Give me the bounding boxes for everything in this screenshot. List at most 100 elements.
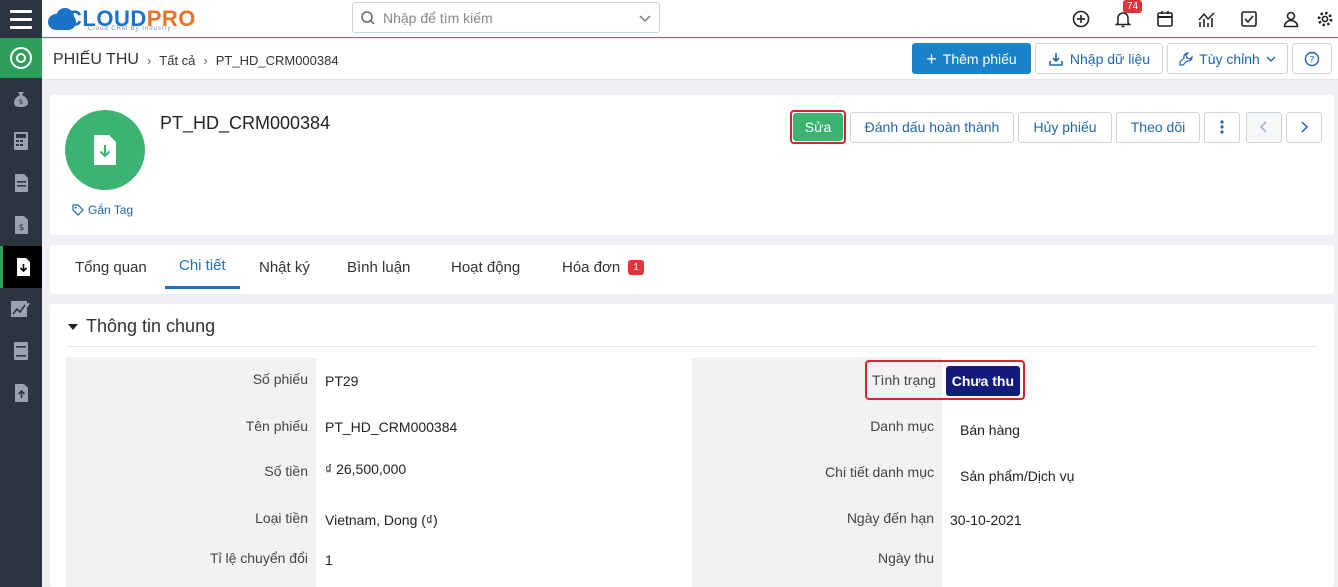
record-title: PT_HD_CRM000384 xyxy=(160,113,331,133)
sidebar-item-money-bag[interactable]: $ xyxy=(0,78,42,120)
record-header-card: Gắn Tag PT_HD_CRM000384 Sửa Đánh dấu hoà… xyxy=(50,95,1334,235)
customize-dropdown-button[interactable]: Tùy chỉnh xyxy=(1167,43,1288,74)
field-value-receipt-number: PT29 xyxy=(325,373,359,389)
field-label-category-detail: Chi tiết danh mục xyxy=(825,464,934,480)
file-upload-icon xyxy=(15,384,28,402)
sidebar-item-home[interactable] xyxy=(0,38,42,78)
add-receipt-label: Thêm phiếu xyxy=(942,50,1017,67)
notification-bell-icon[interactable]: 74 xyxy=(1102,0,1144,38)
invoice-count-badge: 1 xyxy=(628,259,644,275)
chart-edit-icon xyxy=(11,301,30,317)
more-vertical-icon xyxy=(1220,120,1224,134)
field-label-amount: Số tiền xyxy=(264,463,308,479)
breadcrumb-all[interactable]: Tất cả xyxy=(159,53,195,68)
chevron-down-icon xyxy=(1266,56,1276,62)
import-data-label: Nhập dữ liệu xyxy=(1069,50,1151,67)
sidebar-item-document[interactable] xyxy=(0,162,42,204)
edit-button[interactable]: Sửa xyxy=(793,113,843,141)
cancel-receipt-button[interactable]: Hủy phiếu xyxy=(1018,111,1112,143)
field-label-exchange-rate: Tỉ lệ chuyển đổi xyxy=(209,550,308,566)
wrench-icon xyxy=(1179,51,1193,66)
money-bag-icon: $ xyxy=(14,92,28,107)
field-value-category-detail: Sản phẩm/Dịch vụ xyxy=(960,468,1075,484)
chevron-right-icon: › xyxy=(203,52,208,68)
sidebar-item-upload[interactable] xyxy=(0,372,42,414)
chevron-left-icon xyxy=(1259,121,1267,133)
menu-toggle-button[interactable] xyxy=(0,0,42,38)
add-tag-label: Gắn Tag xyxy=(88,203,134,217)
document-icon xyxy=(15,174,28,192)
user-icon[interactable] xyxy=(1270,0,1312,38)
plus-icon: + xyxy=(926,48,937,69)
section-header-general[interactable]: Thông tin chung xyxy=(68,316,215,337)
tab-details[interactable]: Chi tiết xyxy=(165,245,240,289)
edit-button-highlight: Sửa xyxy=(790,110,846,144)
more-options-button[interactable] xyxy=(1204,111,1240,143)
record-actions: Sửa Đánh dấu hoàn thành Hủy phiếu Theo d… xyxy=(790,110,1322,144)
calendar-icon[interactable] xyxy=(1144,0,1186,38)
logo-tagline: Cloud CRM By Industry xyxy=(88,26,172,32)
book-icon xyxy=(14,342,28,360)
field-label-category: Danh mục xyxy=(870,418,934,434)
section-title: Thông tin chung xyxy=(86,316,216,336)
add-receipt-button[interactable]: + Thêm phiếu xyxy=(912,43,1031,74)
invoice-dollar-icon: $ xyxy=(15,216,28,234)
sidebar-item-invoice[interactable]: $ xyxy=(0,204,42,246)
download-tray-icon xyxy=(1049,52,1063,66)
status-field-highlight: Tình trạng Chưa thu xyxy=(865,360,1025,400)
mark-complete-button[interactable]: Đánh dấu hoàn thành xyxy=(850,111,1014,143)
help-button[interactable]: ? xyxy=(1292,43,1332,74)
field-value-currency: Vietnam, Dong (₫) xyxy=(325,512,438,528)
add-tag-link[interactable]: Gắn Tag xyxy=(72,203,133,217)
field-value-amount: ₫ 26,500,000 xyxy=(325,461,407,477)
breadcrumb-current: PT_HD_CRM000384 xyxy=(215,52,339,68)
top-bar: CLOUDPRO Cloud CRM By Industry 74 xyxy=(0,0,1338,38)
record-avatar xyxy=(65,110,145,190)
tab-comments[interactable]: Bình luận xyxy=(347,245,410,289)
customize-label: Tùy chỉnh xyxy=(1199,50,1260,67)
svg-text:$: $ xyxy=(19,223,25,233)
field-value-category: Bán hàng xyxy=(960,422,1020,438)
svg-text:$: $ xyxy=(19,98,23,106)
chevron-right-icon xyxy=(1301,121,1309,133)
next-record-button[interactable] xyxy=(1286,111,1322,143)
field-value-exchange-rate: 1 xyxy=(325,552,333,568)
tab-invoices[interactable]: Hóa đơn 1 xyxy=(562,245,644,289)
add-circle-icon[interactable] xyxy=(1060,0,1102,38)
field-label-due-date: Ngày đến hạn xyxy=(846,510,934,526)
details-card: Thông tin chung Số phiếu PT29 Tên phiếu … xyxy=(50,304,1334,587)
record-tabs: Tổng quan Chi tiết Nhật ký Bình luận Hoạ… xyxy=(50,245,1334,294)
search-input[interactable] xyxy=(383,9,631,26)
receipt-download-icon xyxy=(16,258,30,276)
caret-down-icon xyxy=(68,323,78,330)
field-value-receipt-name: PT_HD_CRM000384 xyxy=(325,419,458,435)
notification-count-badge: 74 xyxy=(1123,0,1143,13)
sidebar-item-receipt[interactable] xyxy=(0,246,42,288)
status-badge: Chưa thu xyxy=(945,366,1020,396)
chevron-down-icon[interactable] xyxy=(631,11,659,25)
previous-record-button[interactable] xyxy=(1246,111,1282,143)
sidebar-item-chart[interactable] xyxy=(0,288,42,330)
task-check-icon[interactable] xyxy=(1228,0,1270,38)
section-divider xyxy=(66,346,1318,347)
report-chart-icon[interactable] xyxy=(1186,0,1228,38)
cloud-logo-icon xyxy=(48,6,78,32)
sidebar-item-calculator[interactable] xyxy=(0,120,42,162)
field-label-receipt-name: Tên phiếu xyxy=(245,418,308,434)
tag-icon xyxy=(72,204,84,216)
global-search[interactable] xyxy=(352,2,660,33)
field-label-receipt-number: Số phiếu xyxy=(252,371,308,387)
field-label-currency: Loại tiền xyxy=(255,510,308,526)
help-question-icon: ? xyxy=(1304,51,1320,66)
tab-activities[interactable]: Hoạt động xyxy=(451,245,520,289)
tab-overview[interactable]: Tổng quan xyxy=(75,245,147,289)
follow-button[interactable]: Theo dõi xyxy=(1116,111,1200,143)
settings-gear-icon[interactable] xyxy=(1312,0,1338,38)
app-logo[interactable]: CLOUDPRO Cloud CRM By Industry xyxy=(48,2,196,36)
tab-invoices-label: Hóa đơn xyxy=(562,258,621,276)
breadcrumb-module[interactable]: PHIẾU THU xyxy=(53,51,139,69)
tab-log[interactable]: Nhật ký xyxy=(259,245,310,289)
sidebar-item-book[interactable] xyxy=(0,330,42,372)
import-data-button[interactable]: Nhập dữ liệu xyxy=(1035,43,1163,74)
chevron-right-icon: › xyxy=(146,52,152,68)
